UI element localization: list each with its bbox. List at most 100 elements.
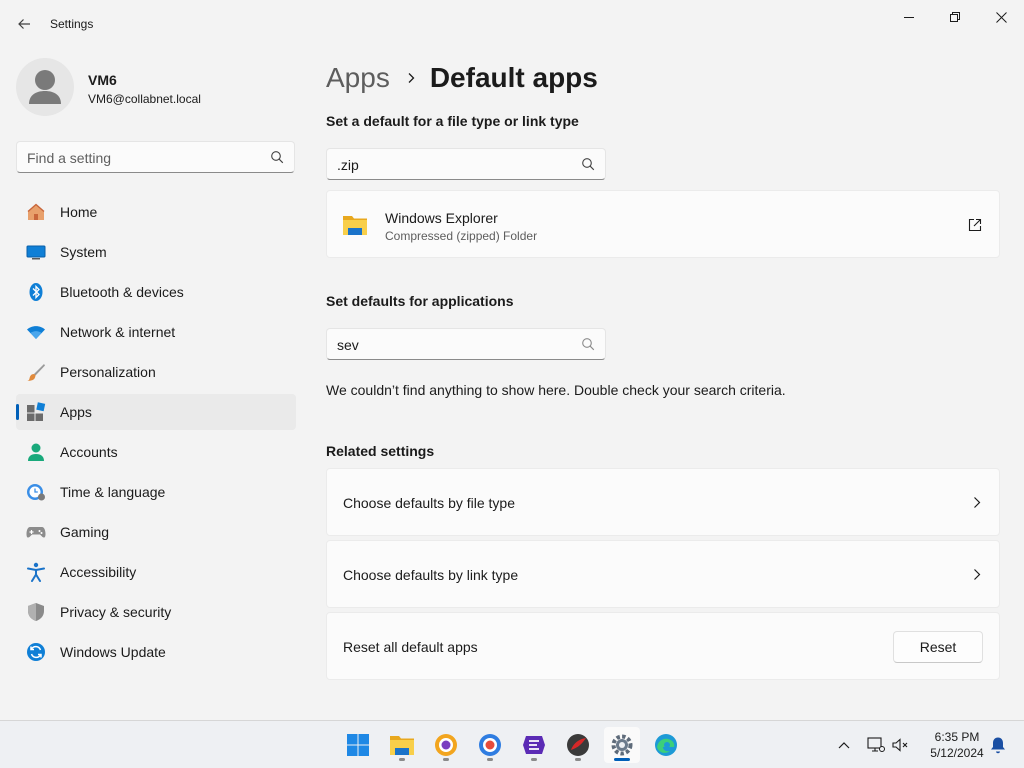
tray-notifications[interactable] — [986, 731, 1010, 759]
tray-volume[interactable] — [888, 731, 912, 759]
minimize-icon — [904, 17, 914, 18]
taskbar-app-purple[interactable] — [516, 727, 552, 763]
sidebar-item-label: Time & language — [60, 484, 166, 500]
user-avatar-icon — [29, 70, 61, 104]
sidebar-item-network[interactable]: Network & internet — [16, 314, 296, 350]
taskbar-app-yellow-browser[interactable] — [428, 727, 464, 763]
start-button[interactable] — [340, 727, 376, 763]
file-type-search[interactable] — [326, 148, 606, 180]
open-external-icon[interactable] — [968, 218, 982, 235]
search-icon[interactable] — [581, 337, 595, 354]
clock-time: 6:35 PM — [934, 730, 980, 744]
active-indicator — [16, 404, 19, 420]
file-type-search-input[interactable] — [337, 155, 567, 175]
user-profile[interactable]: VM6 VM6@collabnet.local — [16, 58, 296, 118]
accounts-icon — [26, 442, 46, 462]
running-indicator — [399, 758, 405, 761]
app-name: Windows Explorer — [385, 210, 498, 226]
taskbar-file-explorer[interactable] — [384, 727, 420, 763]
edge-browser-icon — [655, 734, 677, 756]
applications-search[interactable] — [326, 328, 606, 360]
volume-muted-icon — [892, 738, 908, 752]
sidebar-item-windows-update[interactable]: Windows Update — [16, 634, 296, 670]
applications-heading: Set defaults for applications — [326, 293, 514, 309]
sidebar-item-gaming[interactable]: Gaming — [16, 514, 296, 550]
sidebar-item-home[interactable]: Home — [16, 194, 296, 230]
sidebar-item-label: Personalization — [60, 364, 156, 380]
sidebar-item-system[interactable]: System — [16, 234, 296, 270]
minimize-button[interactable] — [886, 0, 932, 34]
avatar — [16, 58, 74, 116]
defaults-by-link-type-row[interactable]: Choose defaults by link type — [326, 540, 1000, 608]
title-bar: Settings — [0, 0, 1024, 48]
sidebar-item-personalization[interactable]: Personalization — [16, 354, 296, 390]
windows-logo-icon — [347, 734, 369, 756]
reset-button[interactable]: Reset — [893, 631, 983, 663]
sidebar-item-accounts[interactable]: Accounts — [16, 434, 296, 470]
sidebar-item-label: Bluetooth & devices — [60, 284, 184, 300]
breadcrumb-parent[interactable]: Apps — [326, 62, 390, 94]
sidebar-item-accessibility[interactable]: Accessibility — [16, 554, 296, 590]
taskbar-edge[interactable] — [648, 727, 684, 763]
settings-search-input[interactable] — [27, 148, 257, 168]
sidebar-item-time-language[interactable]: Time & language — [16, 474, 296, 510]
window-title: Settings — [50, 17, 94, 31]
back-arrow-icon — [18, 19, 30, 29]
home-icon — [26, 202, 46, 222]
system-clock[interactable]: 6:35 PM 5/12/2024 — [922, 729, 992, 761]
taskbar-settings[interactable] — [604, 727, 640, 763]
bell-icon — [991, 737, 1005, 754]
folder-icon — [342, 212, 368, 241]
sidebar-item-label: Privacy & security — [60, 604, 172, 620]
breadcrumb: Apps Default apps — [326, 58, 598, 98]
sidebar-item-label: Gaming — [60, 524, 110, 540]
brush-icon — [26, 362, 46, 382]
reset-defaults-row: Reset all default apps Reset — [326, 612, 1000, 680]
close-button[interactable] — [978, 0, 1024, 34]
row-label: Reset all default apps — [343, 639, 478, 655]
taskbar-app-red[interactable] — [560, 727, 596, 763]
chevron-right-icon — [973, 568, 981, 581]
file-type-result-card[interactable]: Windows Explorer Compressed (zipped) Fol… — [326, 190, 1000, 258]
sidebar-item-privacy-security[interactable]: Privacy & security — [16, 594, 296, 630]
network-monitor-icon — [867, 737, 885, 752]
settings-search[interactable] — [16, 141, 295, 173]
chevron-up-icon — [838, 742, 850, 749]
sidebar-item-label: Accessibility — [60, 564, 137, 580]
accessibility-icon — [26, 562, 46, 582]
row-label: Choose defaults by link type — [343, 567, 519, 583]
applications-search-input[interactable] — [337, 335, 567, 355]
taskbar-app-blue-browser[interactable] — [472, 727, 508, 763]
running-indicator — [443, 758, 449, 761]
sidebar-item-label: Network & internet — [60, 324, 176, 340]
red-app-icon — [567, 734, 589, 756]
update-icon — [26, 642, 46, 662]
defaults-by-file-type-row[interactable]: Choose defaults by file type — [326, 468, 1000, 536]
sidebar-item-apps[interactable]: Apps — [16, 394, 296, 430]
sidebar-nav: Home System Bluetooth & devices Network … — [16, 194, 296, 674]
user-name: VM6 — [88, 72, 117, 88]
gear-icon — [611, 734, 633, 756]
sidebar-item-label: Home — [60, 204, 98, 220]
back-button[interactable] — [10, 10, 38, 38]
tray-network[interactable] — [864, 731, 888, 759]
show-hidden-icons[interactable] — [832, 731, 856, 759]
clock-date: 5/12/2024 — [930, 746, 984, 760]
browser-yellow-icon — [435, 734, 457, 756]
search-icon[interactable] — [581, 157, 595, 174]
purple-app-icon — [523, 736, 545, 754]
apps-icon — [26, 402, 46, 422]
running-indicator — [614, 758, 630, 761]
sidebar-item-label: System — [60, 244, 107, 260]
search-icon[interactable] — [270, 150, 284, 167]
chevron-right-icon — [406, 72, 416, 84]
restore-icon — [950, 12, 960, 22]
restore-button[interactable] — [932, 0, 978, 34]
empty-results-message: We couldn’t find anything to show here. … — [326, 382, 786, 398]
taskbar: 6:35 PM 5/12/2024 — [0, 720, 1024, 768]
sidebar-item-bluetooth[interactable]: Bluetooth & devices — [16, 274, 296, 310]
gamepad-icon — [26, 522, 46, 542]
related-settings-heading: Related settings — [326, 443, 435, 459]
user-email: VM6@collabnet.local — [88, 92, 201, 106]
browser-blue-icon — [479, 734, 501, 756]
